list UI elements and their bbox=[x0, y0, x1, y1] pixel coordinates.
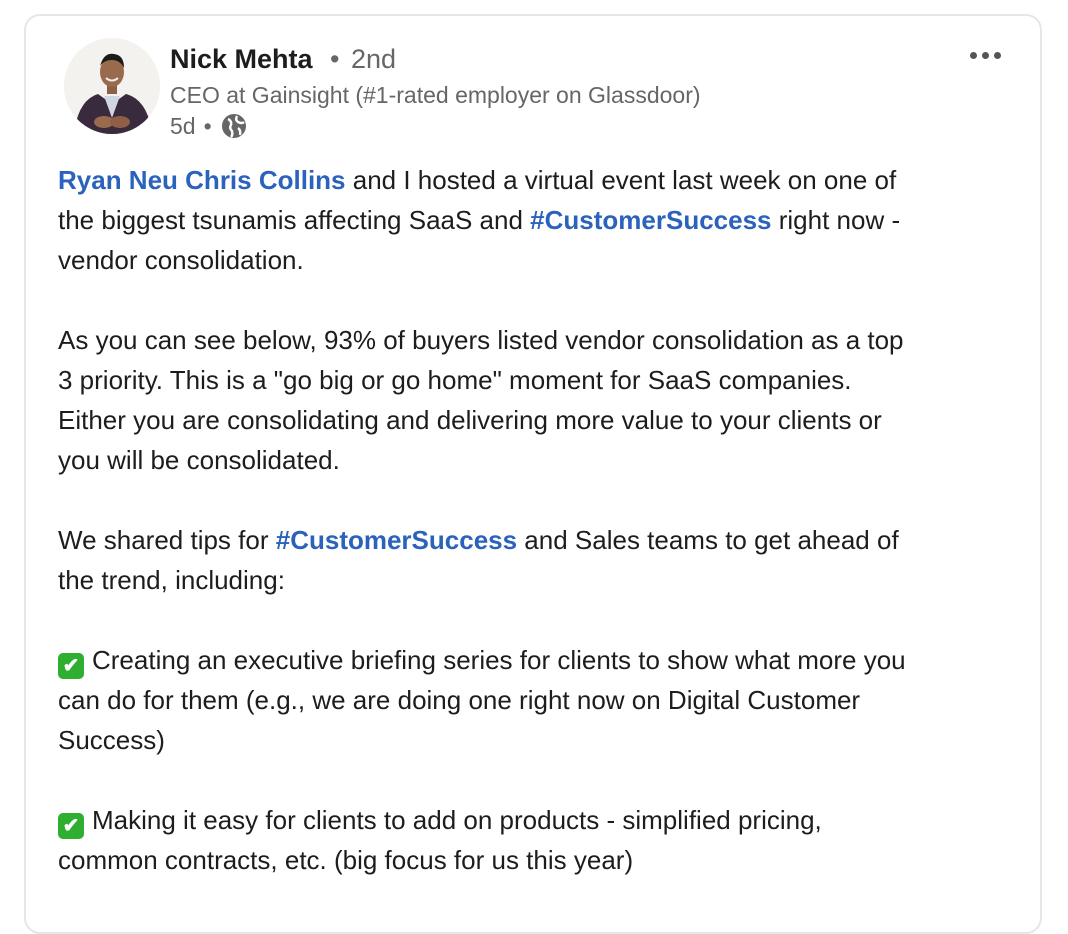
paragraph-line: the trend, including: bbox=[58, 565, 285, 595]
author-headline: CEO at Gainsight (#1-rated employer on G… bbox=[170, 82, 701, 108]
paragraph-line: can do for them (e.g., we are doing one … bbox=[58, 685, 861, 715]
paragraph-line: Ryan Neu Chris Collins and I hosted a vi… bbox=[58, 160, 1018, 200]
ellipsis-dot bbox=[993, 51, 1001, 59]
paragraph-2: As you can see below, 93% of buyers list… bbox=[58, 320, 1018, 480]
text-segment: and I hosted a virtual event last week o… bbox=[345, 165, 897, 195]
globe-icon bbox=[220, 112, 248, 140]
post-time: 5d bbox=[170, 112, 196, 139]
post-meta: 5d • bbox=[170, 112, 248, 140]
ellipsis-dot bbox=[981, 51, 989, 59]
connection-degree: 2nd bbox=[351, 44, 397, 74]
check-mark-icon: ✔ bbox=[58, 653, 84, 679]
author-avatar[interactable] bbox=[64, 38, 160, 134]
text-segment: Making it easy for clients to add on pro… bbox=[92, 805, 822, 835]
degree-separator: • bbox=[330, 44, 340, 74]
text-segment: right now - bbox=[771, 205, 901, 235]
paragraph-line: Success) bbox=[58, 725, 165, 755]
hashtag-customer-success[interactable]: #CustomerSuccess bbox=[530, 205, 771, 235]
paragraph-line: vendor consolidation. bbox=[58, 245, 304, 275]
text-segment: Creating an executive briefing series fo… bbox=[92, 645, 906, 675]
text-segment: and Sales teams to get ahead of bbox=[517, 525, 899, 555]
post-body: Ryan Neu Chris Collins and I hosted a vi… bbox=[58, 160, 1018, 920]
author-name[interactable]: Nick Mehta bbox=[170, 44, 313, 75]
paragraph-line: 3 priority. This is a "go big or go home… bbox=[58, 365, 852, 395]
ellipsis-icon bbox=[969, 51, 977, 59]
mention-ryan-neu[interactable]: Ryan Neu bbox=[58, 165, 178, 195]
paragraph-5: ✔ Making it easy for clients to add on pr… bbox=[58, 800, 1018, 880]
meta-separator: • bbox=[203, 112, 212, 139]
paragraph-line: As you can see below, 93% of buyers list… bbox=[58, 325, 904, 355]
paragraph-1: Ryan Neu Chris Collins and I hosted a vi… bbox=[58, 160, 1018, 280]
paragraph-line: the biggest tsunamis affecting SaaS and … bbox=[58, 200, 1018, 240]
paragraph-3: We shared tips for #CustomerSuccess and … bbox=[58, 520, 1018, 600]
hashtag-customer-success[interactable]: #CustomerSuccess bbox=[276, 525, 517, 555]
mention-chris-collins[interactable]: Chris Collins bbox=[185, 165, 345, 195]
check-mark-icon: ✔ bbox=[58, 813, 84, 839]
paragraph-line: We shared tips for #CustomerSuccess and … bbox=[58, 520, 1018, 560]
paragraph-line: you will be consolidated. bbox=[58, 445, 340, 475]
text-segment: We shared tips for bbox=[58, 525, 276, 555]
paragraph-line: ✔ Making it easy for clients to add on pr… bbox=[58, 800, 1018, 840]
paragraph-line: Either you are consolidating and deliver… bbox=[58, 405, 882, 435]
paragraph-line: common contracts, etc. (big focus for us… bbox=[58, 845, 634, 875]
more-options-button[interactable] bbox=[958, 40, 1012, 70]
text-segment: the biggest tsunamis affecting SaaS and bbox=[58, 205, 531, 235]
paragraph-line: ✔ Creating an executive briefing series f… bbox=[58, 640, 1018, 680]
paragraph-4: ✔ Creating an executive briefing series f… bbox=[58, 640, 1018, 760]
avatar-photo bbox=[64, 38, 160, 134]
